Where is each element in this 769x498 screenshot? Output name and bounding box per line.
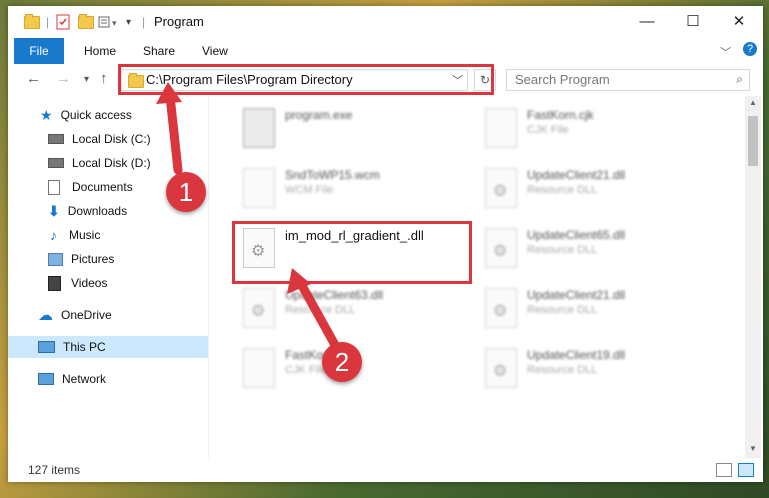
arrow-2 — [295, 277, 340, 350]
step-2-badge: 2 — [322, 342, 362, 382]
annotation-arrows — [156, 82, 340, 350]
step-1-badge: 1 — [166, 172, 206, 212]
arrow-1-head — [156, 82, 182, 104]
arrow-1 — [165, 91, 183, 175]
